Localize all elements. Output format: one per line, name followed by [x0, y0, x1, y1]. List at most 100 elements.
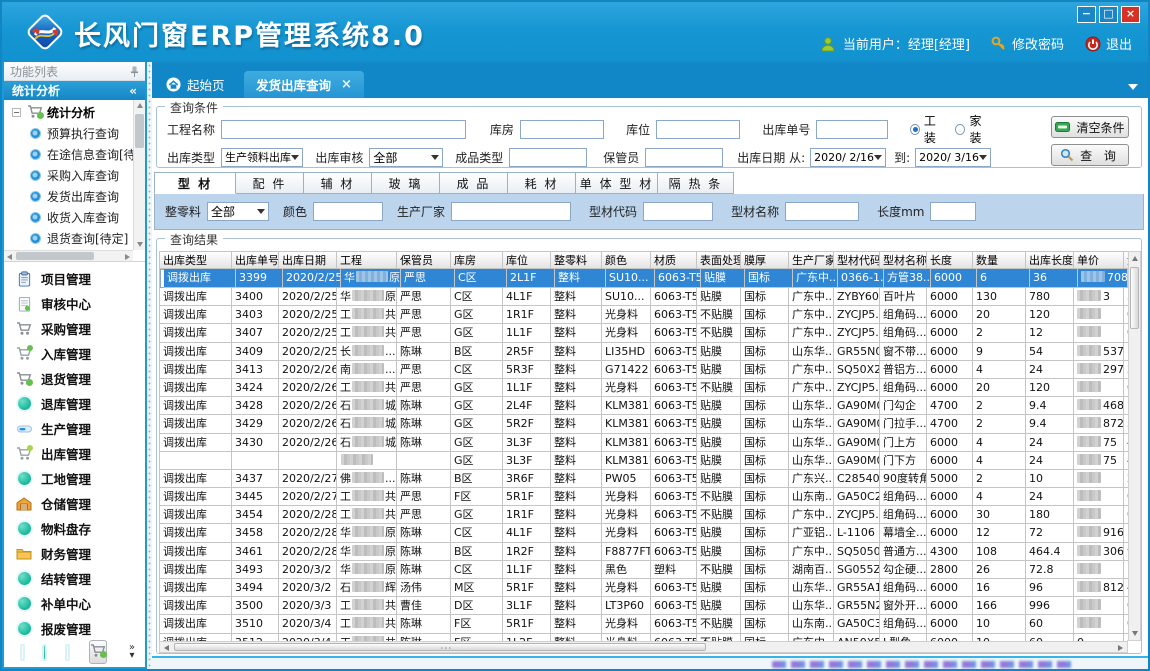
column-header[interactable]: 数量 — [973, 252, 1026, 269]
table-row[interactable]: 调拨出库34072020/2/25工共工程严思G区1L1F整料光身料6063-T… — [160, 324, 1128, 342]
table-horizontal-scrollbar[interactable] — [159, 641, 1128, 653]
sidebar-item-采购管理[interactable]: 采购管理 — [4, 316, 145, 341]
tree-expander-icon[interactable]: − — [12, 108, 21, 117]
sidebar-item-财务管理[interactable]: 财务管理 — [4, 541, 145, 566]
table-row[interactable]: 调拨出库33992020/2/25华原...严思C区2L1F整料SU10...6… — [160, 269, 1128, 288]
tab-home[interactable]: 起始页 — [154, 71, 237, 98]
radio-jiazhuang[interactable]: 家装 — [955, 112, 991, 146]
sidebar-item-工地管理[interactable]: 工地管理 — [4, 466, 145, 491]
sidebar-item-出库管理[interactable]: 出库管理 — [4, 441, 145, 466]
sidebar-item-仓储管理[interactable]: 仓储管理 — [4, 491, 145, 516]
part-whole-select[interactable]: 全部 — [207, 202, 269, 221]
material-tab-7[interactable]: 隔 热 条 — [658, 172, 734, 194]
column-header[interactable]: 出库单号 — [232, 252, 279, 269]
material-tab-3[interactable]: 玻 璃 — [372, 172, 440, 194]
keeper-input[interactable] — [645, 148, 723, 167]
change-password-button[interactable]: 修改密码 — [991, 34, 1064, 53]
sidebar-item-物料盘存[interactable]: 物料盘存 — [4, 516, 145, 541]
table-row[interactable]: 调拨出库34942020/3/2石辉城汤伟M区5R1F整料光身料6063-T5贴… — [160, 579, 1128, 597]
table-row[interactable]: 调拨出库34092020/2/25长...陈琳B区2R5F整料LI35HD606… — [160, 343, 1128, 361]
table-row[interactable]: 调拨出库35002020/3/3工共工程曹佳D区3L1F整料LT3P606063… — [160, 597, 1128, 615]
column-header[interactable]: 型材名称 — [880, 252, 927, 269]
table-row[interactable]: 调拨出库34282020/2/26石城陈琳G区2L4F整料KLM38176063… — [160, 397, 1128, 415]
column-header[interactable]: 材质 — [651, 252, 697, 269]
radio-gongzhuang[interactable]: 工装 — [910, 112, 946, 146]
material-tab-5[interactable]: 耗 材 — [508, 172, 576, 194]
column-header[interactable]: 出库长度 — [1026, 252, 1074, 269]
tab-overflow-chevron-icon[interactable] — [1128, 84, 1138, 90]
column-header[interactable]: 颜色 — [602, 252, 651, 269]
tree-vertical-scrollbar[interactable] — [133, 100, 145, 250]
table-row[interactable]: G区3L3F整料KLM38176063-T5贴膜国标山东华...GA90M09.… — [160, 452, 1128, 470]
collapse-icon[interactable]: « — [129, 84, 137, 98]
outbound-audit-select[interactable]: 全部 — [369, 148, 443, 167]
material-tab-2[interactable]: 辅 材 — [304, 172, 372, 194]
date-to-picker[interactable]: 2020/ 3/16 — [915, 148, 991, 167]
table-row[interactable]: 调拨出库35122020/3/4工共工程陈琳F区1L2F整料光身料6063-T5… — [160, 634, 1128, 641]
column-header[interactable]: 生产厂家 — [789, 252, 834, 269]
warehouse-input[interactable] — [520, 120, 604, 139]
color-input[interactable] — [313, 202, 383, 221]
table-row[interactable]: 调拨出库34542020/2/28工共工程严思G区1R1F整料光身料6063-T… — [160, 506, 1128, 524]
table-row[interactable]: 调拨出库34032020/2/25工共工程严思G区1R1F整料光身料6063-T… — [160, 306, 1128, 324]
material-tab-4[interactable]: 成 品 — [440, 172, 508, 194]
sidebar-item-生产管理[interactable]: 生产管理 — [4, 416, 145, 441]
sidebar-item-补单中心[interactable]: 补单中心 — [4, 591, 145, 616]
table-row[interactable]: 调拨出库34292020/2/26石城陈琳G区5R2F整料KLM38176063… — [160, 415, 1128, 433]
date-from-picker[interactable]: 2020/ 2/16 — [810, 148, 886, 167]
column-header[interactable]: 表面处理 — [697, 252, 741, 269]
profile-code-input[interactable] — [643, 202, 713, 221]
sidebar-item-入库管理[interactable]: 入库管理 — [4, 341, 145, 366]
material-tab-0[interactable]: 型 材 — [154, 172, 236, 194]
column-header[interactable]: 长度 — [927, 252, 973, 269]
column-header[interactable]: 膜厚 — [741, 252, 789, 269]
tree-item[interactable]: 采购入库查询 — [4, 165, 133, 186]
sidebar-item-退库管理[interactable]: 退库管理 — [4, 391, 145, 416]
column-header[interactable]: 保管员 — [397, 252, 451, 269]
more-buttons-chevron[interactable]: »▾ — [129, 644, 135, 660]
table-vertical-scrollbar[interactable] — [1128, 251, 1141, 641]
tree-item[interactable]: 预算执行查询 — [4, 123, 133, 144]
profile-name-input[interactable] — [785, 202, 859, 221]
maximize-button[interactable]: □ — [1099, 6, 1118, 23]
section-header-statistics[interactable]: 统计分析 « — [4, 81, 145, 100]
sidebar-item-审核中心[interactable]: 审核中心 — [4, 291, 145, 316]
tree-horizontal-scrollbar[interactable] — [4, 250, 133, 261]
table-row[interactable]: 调拨出库35102020/3/4工共工程陈琳F区5R1F整料光身料6063-T5… — [160, 615, 1128, 633]
tree-root-statistics[interactable]: − 统计分析 — [4, 102, 133, 123]
table-row[interactable]: 调拨出库34002020/2/25华原...严思C区4L1F整料SU10...6… — [160, 288, 1128, 306]
column-header[interactable]: 单价 — [1074, 252, 1124, 269]
outbound-type-select[interactable]: 生产领料出库 — [221, 148, 303, 167]
column-header[interactable]: 整零料 — [551, 252, 602, 269]
material-tab-6[interactable]: 单 体 型 材 — [576, 172, 658, 194]
table-row[interactable]: 调拨出库34582020/2/28华原...陈琳C区4L1F整料光身料6063-… — [160, 524, 1128, 542]
length-input[interactable] — [930, 202, 976, 221]
minimize-button[interactable]: − — [1077, 6, 1096, 23]
column-header[interactable]: 型材代码 — [834, 252, 880, 269]
table-row[interactable]: 调拨出库34612020/2/28华原...陈琳B区1R2F整料F8877FT6… — [160, 543, 1128, 561]
table-row[interactable]: 调拨出库34242020/2/26工共工程严思G区1L1F整料光身料6063-T… — [160, 379, 1128, 397]
column-header[interactable]: 库位 — [503, 252, 551, 269]
table-row[interactable]: 调拨出库34452020/2/27工共工程严思F区5R1F整料光身料6063-T… — [160, 488, 1128, 506]
material-tab-1[interactable]: 配 件 — [236, 172, 304, 194]
clear-conditions-button[interactable]: 清空条件 — [1051, 116, 1129, 138]
location-input[interactable] — [656, 120, 740, 139]
sidebar-item-结转管理[interactable]: 结转管理 — [4, 566, 145, 591]
table-row[interactable]: 调拨出库34302020/2/26石城陈琳G区3L3F整料KLM38176063… — [160, 434, 1128, 452]
column-header[interactable]: 出库类型 — [160, 252, 232, 269]
tree-item[interactable]: 在途信息查询[待 — [4, 144, 133, 165]
tree-item[interactable]: 发货出库查询 — [4, 186, 133, 207]
manufacturer-input[interactable] — [451, 202, 571, 221]
close-button[interactable]: × — [1121, 6, 1140, 23]
pin-icon[interactable] — [130, 66, 139, 77]
tree-item[interactable]: 收货入库查询 — [4, 207, 133, 228]
table-row[interactable]: 调拨出库34372020/2/27佛...陈琳B区3R6F整料PW056063-… — [160, 470, 1128, 488]
sidebar-item-退货管理[interactable]: 退货管理 — [4, 366, 145, 391]
search-button[interactable]: 查 询 — [1051, 144, 1129, 166]
project-name-input[interactable] — [221, 120, 466, 139]
tab-close-icon[interactable]: × — [341, 77, 352, 92]
logout-button[interactable]: 退出 — [1085, 34, 1132, 53]
sidebar-item-报废管理[interactable]: 报废管理 — [4, 616, 145, 641]
product-type-input[interactable] — [509, 148, 587, 167]
sidebar-item-项目管理[interactable]: 项目管理 — [4, 266, 145, 291]
